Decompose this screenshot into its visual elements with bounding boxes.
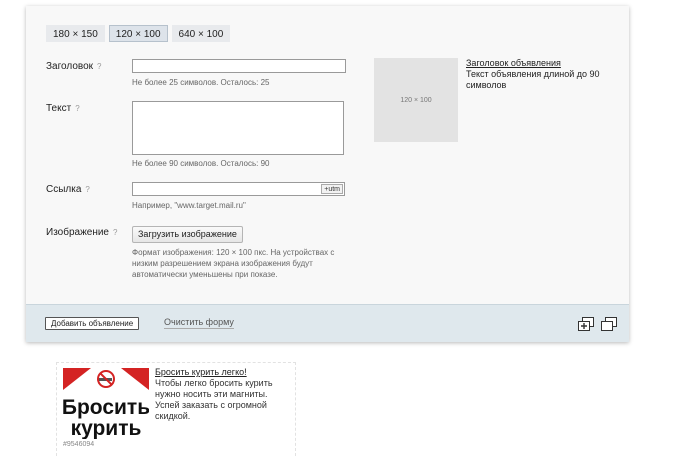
- title-input[interactable]: [132, 59, 346, 73]
- image-help-icon[interactable]: ?: [113, 228, 117, 237]
- preview-title[interactable]: Заголовок объявления: [466, 58, 561, 68]
- text-help-icon[interactable]: ?: [75, 104, 79, 113]
- ad-image-graphic: Бросить курить: [63, 368, 149, 439]
- title-help-icon[interactable]: ?: [97, 62, 101, 71]
- upload-image-button[interactable]: Загрузить изображение: [132, 226, 243, 243]
- image-preview-placeholder: 120 × 100: [374, 58, 458, 142]
- image-hint: Формат изображения: 120 × 100 пкс. На ус…: [132, 248, 335, 279]
- link-field[interactable]: +utm: [132, 182, 345, 196]
- ad-image-text-1: Бросить: [63, 396, 149, 419]
- ad-image-text-2: курить: [71, 417, 142, 439]
- clear-form-link[interactable]: Очистить форму: [164, 317, 234, 329]
- text-label: Текст?: [46, 103, 80, 114]
- size-tab-180x150[interactable]: 180 × 150: [46, 25, 105, 42]
- ad-form-panel: 180 × 150 120 × 100 640 × 100 Заголовок?…: [26, 6, 629, 342]
- add-ad-button[interactable]: Добавить объявление: [45, 317, 140, 330]
- text-hint: Не более 90 символов. Осталось: 90: [132, 159, 270, 168]
- link-hint: Например, "www.target.mail.ru": [132, 201, 246, 210]
- ad-text: Чтобы легко бросить курить нужно носить …: [155, 378, 273, 421]
- link-label: Ссылка?: [46, 184, 90, 195]
- form-footer: Добавить объявление Очистить форму: [26, 304, 629, 342]
- size-tab-120x100[interactable]: 120 × 100: [108, 25, 168, 42]
- title-hint: Не более 25 символов. Осталось: 25: [132, 78, 270, 87]
- size-tab-640x100[interactable]: 640 × 100: [171, 25, 231, 42]
- utm-button[interactable]: +utm: [321, 184, 343, 194]
- link-help-icon[interactable]: ?: [85, 185, 89, 194]
- ad-id: #9546094: [63, 441, 95, 448]
- title-label: Заголовок?: [46, 61, 102, 72]
- image-preview-size: 120 × 100: [400, 96, 432, 104]
- preview-text: Текст объявления длиной до 90 символов: [466, 69, 600, 90]
- size-tabs: 180 × 150 120 × 100 640 × 100: [46, 25, 231, 42]
- duplicate-icon[interactable]: [601, 317, 617, 331]
- ad-example: Бросить курить Бросить курить легко! Что…: [56, 362, 296, 456]
- add-copy-icon[interactable]: [578, 317, 594, 331]
- ad-image[interactable]: Бросить курить: [63, 368, 149, 439]
- text-textarea[interactable]: [132, 101, 344, 155]
- ad-title[interactable]: Бросить курить легко!: [155, 367, 247, 377]
- image-label: Изображение?: [46, 227, 118, 238]
